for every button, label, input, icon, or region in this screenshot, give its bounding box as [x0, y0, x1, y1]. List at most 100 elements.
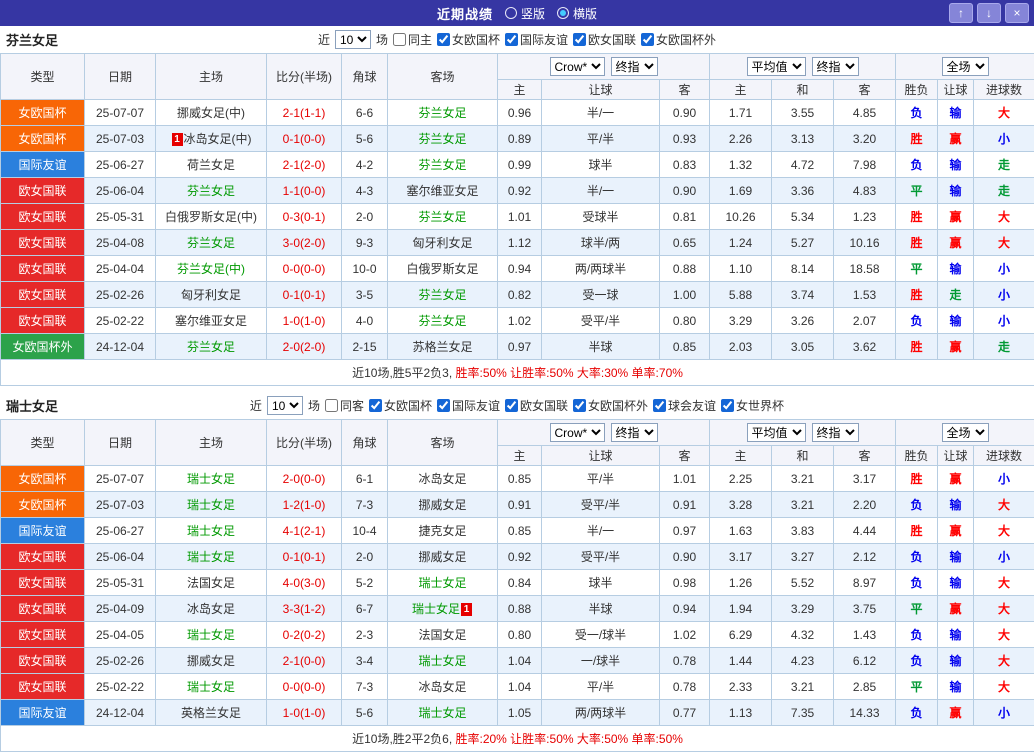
summary-cell: 近10场,胜2平2负6, 胜率:20% 让胜率:50% 大率:50% 单率:50… — [1, 726, 1034, 752]
odds-cell: 两/两球半 — [542, 256, 660, 282]
team-label: 英格兰女足 — [181, 706, 241, 720]
team-label: 芬兰女足 — [418, 314, 466, 328]
odds-group-header: Crow* 终指 — [498, 420, 710, 446]
match-row: 欧女国联25-06-04芬兰女足1-1(0-0)4-3塞尔维亚女足0.92半/一… — [1, 178, 1034, 204]
vertical-layout-radio[interactable]: 竖版 — [505, 5, 545, 22]
odds-cell: 受球半 — [542, 204, 660, 230]
odds-cell: 半球 — [542, 334, 660, 360]
avg-odds-cell: 3.28 — [710, 492, 772, 518]
filter-checkbox-1[interactable]: 女欧国杯 — [369, 397, 432, 414]
odds-source-select[interactable]: 全场 — [942, 423, 989, 442]
result-cell: 输 — [938, 674, 974, 700]
filter-checkbox-4[interactable]: 女欧国杯外 — [641, 31, 716, 48]
filter-checkbox-0[interactable]: 同主 — [393, 31, 432, 48]
result-cell: 赢 — [938, 204, 974, 230]
checkbox-input[interactable] — [369, 399, 382, 412]
column-header: 胜负 — [896, 80, 938, 100]
odds-cell: 球半 — [542, 152, 660, 178]
checkbox-label: 国际友谊 — [452, 397, 500, 414]
avg-odds-cell: 5.27 — [772, 230, 834, 256]
home-team-cell: 瑞士女足 — [156, 492, 267, 518]
checkbox-input[interactable] — [393, 33, 406, 46]
odds-period-select[interactable]: 终指 — [611, 423, 658, 442]
column-header: 主 — [498, 80, 542, 100]
recent-count-select[interactable]: 10 — [267, 396, 303, 415]
red-card-badge: 1 — [461, 603, 472, 616]
up-arrow-icon: ↑ — [958, 6, 964, 20]
filter-checkbox-3[interactable]: 欧女国联 — [573, 31, 636, 48]
odds-source-select[interactable]: 全场 — [942, 57, 989, 76]
scroll-up-button[interactable]: ↑ — [949, 3, 973, 23]
score-cell: 2-1(2-0) — [267, 152, 342, 178]
recent-count-select[interactable]: 10 — [335, 30, 371, 49]
horizontal-layout-radio[interactable]: 横版 — [557, 5, 597, 22]
odds-cell: 0.77 — [660, 700, 710, 726]
column-header: 日期 — [85, 420, 156, 466]
result-cell: 负 — [896, 622, 938, 648]
checkbox-input[interactable] — [325, 399, 338, 412]
result-cell: 小 — [974, 544, 1034, 570]
odds-cell: 0.78 — [660, 674, 710, 700]
odds-cell: 0.82 — [498, 282, 542, 308]
checkbox-input[interactable] — [437, 33, 450, 46]
team-label: 白俄罗斯女足 — [406, 262, 478, 276]
avg-odds-cell: 2.26 — [710, 126, 772, 152]
result-cell: 输 — [938, 256, 974, 282]
avg-odds-cell: 1.44 — [710, 648, 772, 674]
odds-source-select[interactable]: Crow* — [550, 423, 605, 442]
checkbox-input[interactable] — [573, 399, 586, 412]
team-label: 芬兰女足 — [418, 288, 466, 302]
away-team-cell: 芬兰女足 — [388, 152, 498, 178]
avg-odds-cell: 2.25 — [710, 466, 772, 492]
filter-checkbox-4[interactable]: 女欧国杯外 — [573, 397, 648, 414]
match-type-cell: 欧女国联 — [1, 544, 85, 570]
avg-odds-cell: 3.27 — [772, 544, 834, 570]
filter-checkbox-3[interactable]: 欧女国联 — [505, 397, 568, 414]
column-header: 客 — [834, 80, 896, 100]
filter-checkbox-2[interactable]: 国际友谊 — [437, 397, 500, 414]
home-team-cell: 芬兰女足 — [156, 178, 267, 204]
avg-odds-cell: 3.74 — [772, 282, 834, 308]
avg-odds-cell: 2.07 — [834, 308, 896, 334]
odds-period-select[interactable]: 终指 — [611, 57, 658, 76]
checkbox-input[interactable] — [573, 33, 586, 46]
avg-odds-cell: 1.53 — [834, 282, 896, 308]
checkbox-input[interactable] — [437, 399, 450, 412]
team-label: 捷克女足 — [418, 524, 466, 538]
checkbox-input[interactable] — [505, 33, 518, 46]
corner-cell: 5-6 — [342, 126, 388, 152]
checkbox-input[interactable] — [641, 33, 654, 46]
checkbox-input[interactable] — [653, 399, 666, 412]
filter-checkbox-2[interactable]: 国际友谊 — [505, 31, 568, 48]
filter-bar: 瑞士女足近10场同客女欧国杯国际友谊欧女国联女欧国杯外球会友谊女世界杯 — [0, 392, 1034, 419]
column-header: 客 — [660, 80, 710, 100]
summary-record: 近10场,胜2平2负6, — [352, 732, 455, 746]
odds-cell: 半/一 — [542, 518, 660, 544]
close-button[interactable]: × — [1005, 3, 1029, 23]
odds-period-select[interactable]: 终指 — [812, 57, 859, 76]
odds-period-select[interactable]: 终指 — [812, 423, 859, 442]
filter-checkbox-0[interactable]: 同客 — [325, 397, 364, 414]
column-header: 类型 — [1, 54, 85, 100]
checkbox-input[interactable] — [505, 399, 518, 412]
odds-cell: 0.94 — [660, 596, 710, 622]
corner-cell: 6-6 — [342, 100, 388, 126]
team-label: 荷兰女足 — [187, 158, 235, 172]
close-icon: × — [1013, 6, 1020, 20]
match-date-cell: 24-12-04 — [85, 700, 156, 726]
result-cell: 胜 — [896, 282, 938, 308]
odds-source-select[interactable]: 平均值 — [747, 57, 806, 76]
scroll-down-button[interactable]: ↓ — [977, 3, 1001, 23]
odds-source-select[interactable]: 平均值 — [747, 423, 806, 442]
avg-odds-cell: 1.26 — [710, 570, 772, 596]
filter-checkbox-6[interactable]: 女世界杯 — [721, 397, 784, 414]
checkbox-input[interactable] — [721, 399, 734, 412]
filter-checkbox-5[interactable]: 球会友谊 — [653, 397, 716, 414]
match-date-cell: 25-07-07 — [85, 100, 156, 126]
odds-cell: 球半/两 — [542, 230, 660, 256]
filter-checkbox-1[interactable]: 女欧国杯 — [437, 31, 500, 48]
avg-odds-cell: 3.17 — [834, 466, 896, 492]
team-section-2: 瑞士女足近10场同客女欧国杯国际友谊欧女国联女欧国杯外球会友谊女世界杯类型日期主… — [0, 392, 1034, 752]
odds-source-select[interactable]: Crow* — [550, 57, 605, 76]
recent-label: 近 — [250, 397, 262, 414]
